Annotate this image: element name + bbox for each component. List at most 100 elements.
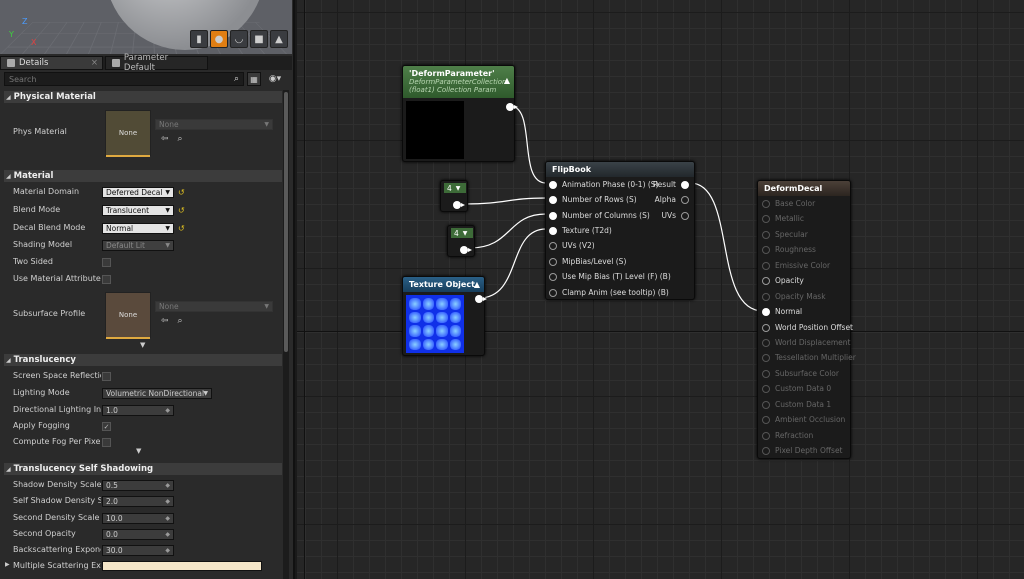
browse-icon[interactable]: ⌕ — [178, 316, 183, 326]
material-graph-canvas[interactable]: 'DeformParameter' DeformParameterCollect… — [297, 0, 1024, 579]
tab-details[interactable]: Details × — [0, 56, 103, 70]
advanced-expander-icon[interactable]: ▼ — [136, 447, 141, 455]
plane-preview-icon[interactable]: ◡ — [230, 30, 248, 48]
shadow-density-input[interactable]: 0.5 ◆ — [102, 480, 174, 491]
input-pin-tessellation[interactable]: Tessellation Multiplier — [762, 353, 856, 362]
lighting-mode-dropdown[interactable]: Volumetric NonDirectional ▼ — [102, 388, 212, 399]
reset-default-icon[interactable]: ↺ — [178, 188, 186, 197]
input-pin-normal[interactable]: Normal — [762, 307, 802, 316]
subsurface-profile-picker[interactable]: None ▼ — [155, 301, 273, 312]
second-density-input[interactable]: 10.0 ◆ — [102, 513, 174, 524]
parameter-icon — [112, 59, 120, 67]
self-shadow-density-input[interactable]: 2.0 ◆ — [102, 496, 174, 507]
second-opacity-input[interactable]: 0.0 ◆ — [102, 529, 174, 540]
input-pin-specular[interactable]: Specular — [762, 230, 808, 239]
directional-lighting-value: 1.0 — [106, 406, 118, 415]
multiple-scattering-color-swatch[interactable] — [102, 561, 262, 571]
expand-icon[interactable]: ▶ — [5, 561, 10, 568]
input-pin-emissive-color[interactable]: Emissive Color — [762, 261, 830, 270]
input-pin-opacity[interactable]: Opacity — [762, 276, 804, 285]
input-pin-roughness[interactable]: Roughness — [762, 245, 816, 254]
details-scrollbar[interactable] — [283, 90, 289, 579]
node-header[interactable]: 'DeformParameter' DeformParameterCollect… — [403, 66, 514, 98]
view-options-icon[interactable]: ◉▾ — [264, 72, 286, 86]
node-deform-parameter[interactable]: 'DeformParameter' DeformParameterCollect… — [402, 65, 518, 162]
compute-fog-checkbox[interactable] — [102, 438, 111, 447]
use-selected-icon[interactable]: ⇦ — [161, 316, 169, 326]
node-constant-rows[interactable]: 4 ▼ — [440, 180, 468, 212]
backscattering-input[interactable]: 30.0 ◆ — [102, 545, 174, 556]
close-icon[interactable]: × — [91, 58, 98, 68]
ssr-checkbox[interactable] — [102, 372, 111, 381]
output-pin[interactable] — [460, 246, 472, 254]
node-header[interactable]: FlipBook — [546, 162, 694, 177]
input-pin-texture[interactable]: Texture (T2d) — [549, 226, 612, 235]
blend-mode-dropdown[interactable]: Translucent ▼ — [102, 205, 174, 216]
input-pin-custom-data-0[interactable]: Custom Data 0 — [762, 384, 831, 393]
wire-param-to-phase — [509, 105, 547, 184]
output-pin[interactable] — [453, 201, 465, 209]
browse-icon[interactable]: ⌕ — [178, 134, 183, 144]
input-pin-pixel-depth-offset[interactable]: Pixel Depth Offset — [762, 446, 843, 455]
node-texture-object[interactable]: Texture Object ▲ — [402, 276, 487, 356]
input-pin-base-color[interactable]: Base Color — [762, 199, 815, 208]
input-pin-rows[interactable]: Number of Rows (S) — [549, 195, 637, 204]
node-material-result[interactable]: DeformDecal Base Color Metallic Specular… — [757, 180, 856, 459]
input-pin-clamp-anim[interactable]: Clamp Anim (see tooltip) (B) — [549, 288, 669, 297]
input-pin-custom-data-1[interactable]: Custom Data 1 — [762, 400, 831, 409]
decal-blend-mode-dropdown[interactable]: Normal ▼ — [102, 223, 174, 234]
section-physical-material[interactable]: ◢ Physical Material — [4, 91, 282, 103]
input-pin-columns[interactable]: Number of Columns (S) — [549, 211, 650, 220]
output-pin[interactable] — [506, 103, 518, 111]
input-pin-uvs[interactable]: UVs (V2) — [549, 241, 595, 250]
node-header[interactable]: Texture Object ▲ — [403, 277, 484, 292]
input-pin-mipbias[interactable]: MipBias/Level (S) — [549, 257, 626, 266]
apply-fogging-checkbox[interactable]: ✓ — [102, 422, 111, 431]
input-pin-world-position-offset[interactable]: World Position Offset — [762, 323, 853, 332]
tab-parameter-defaults[interactable]: Parameter Default — [105, 53, 208, 73]
input-pin-use-mip-bias[interactable]: Use Mip Bias (T) Level (F) (B) — [549, 272, 671, 281]
teapot-preview-icon[interactable]: ▲ — [270, 30, 288, 48]
use-selected-icon[interactable]: ⇦ — [161, 134, 169, 144]
output-pin-uvs[interactable]: UVs — [661, 211, 689, 220]
property-matrix-icon[interactable]: ▦ — [247, 72, 261, 86]
output-pin-result[interactable]: Result — [653, 180, 689, 189]
scrollbar-thumb[interactable] — [284, 92, 288, 352]
constant-value[interactable]: 4 ▼ — [451, 228, 473, 238]
constant-value[interactable]: 4 ▼ — [444, 183, 466, 193]
lighting-mode-value: Volumetric NonDirectional — [106, 389, 205, 398]
input-pin-opacity-mask[interactable]: Opacity Mask — [762, 292, 826, 301]
collapse-preview-icon[interactable]: ▲ — [504, 76, 510, 85]
input-pin-subsurface-color[interactable]: Subsurface Color — [762, 369, 839, 378]
node-header[interactable]: DeformDecal — [758, 181, 850, 196]
material-preview-viewport[interactable]: Z Y X ▮ ● ◡ ■ ▲ — [0, 0, 292, 54]
collapse-preview-icon[interactable]: ▲ — [474, 280, 480, 289]
advanced-expander-icon[interactable]: ▼ — [140, 341, 145, 349]
phys-material-picker[interactable]: None ▼ — [155, 119, 273, 130]
output-pin[interactable] — [475, 295, 487, 303]
input-pin-refraction[interactable]: Refraction — [762, 431, 813, 440]
two-sided-checkbox[interactable] — [102, 258, 111, 267]
input-pin-world-displacement[interactable]: World Displacement — [762, 338, 850, 347]
material-domain-dropdown[interactable]: Deferred Decal ▼ — [102, 187, 174, 198]
section-translucency-self-shadowing[interactable]: ◢ Translucency Self Shadowing — [4, 463, 282, 475]
cylinder-preview-icon[interactable]: ▮ — [190, 30, 208, 48]
directional-lighting-input[interactable]: 1.0 ◆ — [102, 405, 174, 416]
reset-default-icon[interactable]: ↺ — [178, 206, 186, 215]
reset-default-icon[interactable]: ↺ — [178, 224, 186, 233]
input-pin-ambient-occlusion[interactable]: Ambient Occlusion — [762, 415, 845, 424]
input-pin-metallic[interactable]: Metallic — [762, 214, 804, 223]
node-flipbook[interactable]: FlipBook Animation Phase (0-1) (S) Numbe… — [545, 161, 695, 300]
node-constant-columns[interactable]: 4 ▼ — [447, 225, 475, 257]
subsurface-profile-thumbnail[interactable]: None — [105, 292, 151, 339]
shading-model-dropdown[interactable]: Default Lit ▼ — [102, 240, 174, 251]
output-pin-alpha[interactable]: Alpha — [655, 195, 689, 204]
section-material[interactable]: ◢ Material — [4, 170, 282, 182]
input-pin-animation-phase[interactable]: Animation Phase (0-1) (S) — [549, 180, 659, 189]
search-input[interactable] — [4, 72, 244, 86]
section-translucency[interactable]: ◢ Translucency — [4, 354, 282, 366]
use-material-attributes-checkbox[interactable] — [102, 275, 111, 284]
cube-preview-icon[interactable]: ■ — [250, 30, 268, 48]
sphere-preview-icon[interactable]: ● — [210, 30, 228, 48]
phys-material-thumbnail[interactable]: None — [105, 110, 151, 157]
